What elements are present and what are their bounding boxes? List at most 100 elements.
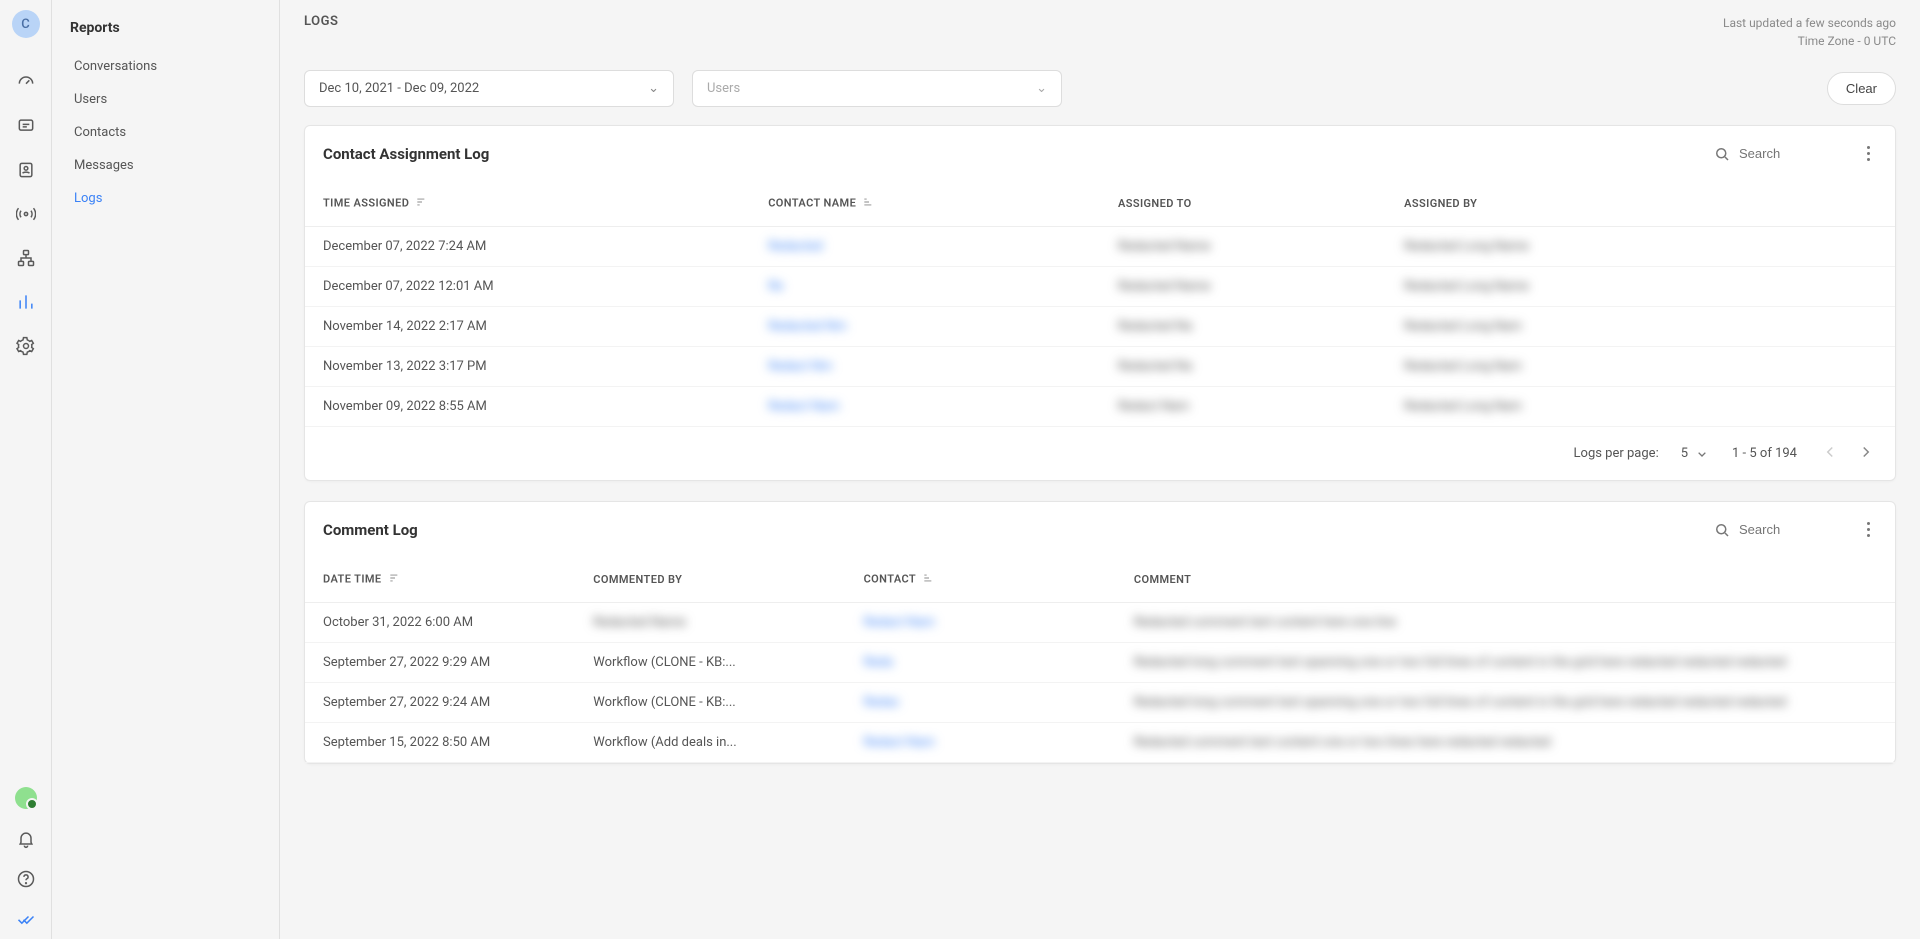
broadcast-icon[interactable]: [14, 202, 38, 226]
sort-icon: [388, 571, 402, 588]
search-icon: [1713, 521, 1731, 539]
cell-time: December 07, 2022 7:24 AM: [305, 227, 750, 267]
table-row: December 07, 2022 7:24 AMRedactedRedacte…: [305, 227, 1895, 267]
contact-icon[interactable]: [14, 158, 38, 182]
contact-log-footer: Logs per page: 5 1 - 5 of 194: [305, 427, 1895, 480]
nav-users[interactable]: Users: [52, 83, 279, 116]
users-filter-select[interactable]: Users ⌄: [692, 70, 1062, 107]
cell-commented-by: Workflow (CLONE - KB:...: [575, 683, 845, 723]
table-row: November 14, 2022 2:17 AMRedacted NmReda…: [305, 307, 1895, 347]
comment-log-search-input[interactable]: [1739, 522, 1849, 537]
table-row: September 27, 2022 9:29 AMWorkflow (CLON…: [305, 643, 1895, 683]
bell-icon[interactable]: [14, 827, 38, 851]
cell-contact[interactable]: Reda: [846, 643, 1116, 683]
header-meta: Last updated a few seconds ago Time Zone…: [1723, 14, 1896, 50]
cell-commented-by: Workflow (Add deals in...: [575, 723, 845, 763]
table-row: September 27, 2022 9:24 AMWorkflow (CLON…: [305, 683, 1895, 723]
cell-contact[interactable]: Redac: [846, 683, 1116, 723]
per-page-label: Logs per page:: [1574, 446, 1659, 461]
cell-time: November 14, 2022 2:17 AM: [305, 307, 750, 347]
table-row: September 15, 2022 8:50 AMWorkflow (Add …: [305, 723, 1895, 763]
workflow-icon[interactable]: [14, 246, 38, 270]
double-check-icon[interactable]: [14, 907, 38, 931]
cell-contact[interactable]: Redact Nam: [846, 603, 1116, 643]
cell-assigned-by: Redacted Long Nam: [1386, 387, 1895, 427]
contact-log-menu[interactable]: [1859, 142, 1877, 165]
table-row: November 09, 2022 8:55 AMRedact NamRedac…: [305, 387, 1895, 427]
comment-log-menu[interactable]: [1859, 518, 1877, 541]
per-page-select[interactable]: 5: [1681, 446, 1710, 462]
cell-contact[interactable]: Redact Nam: [846, 723, 1116, 763]
cell-contact-name[interactable]: Redacted Nm: [750, 307, 1100, 347]
table-row: November 13, 2022 3:17 PMRedact NmRedact…: [305, 347, 1895, 387]
table-row: December 07, 2022 12:01 AMReRedacted Nam…: [305, 267, 1895, 307]
cell-date: October 31, 2022 6:00 AM: [305, 603, 575, 643]
search-icon: [1713, 145, 1731, 163]
settings-icon[interactable]: [14, 334, 38, 358]
cell-assigned-to: Redacted Na: [1100, 307, 1386, 347]
col-comment[interactable]: COMMENT: [1116, 557, 1895, 603]
cell-contact-name[interactable]: Redact Nm: [750, 347, 1100, 387]
cell-contact-name[interactable]: Redacted: [750, 227, 1100, 267]
panel-title: Reports: [52, 14, 279, 50]
nav-conversations[interactable]: Conversations: [52, 50, 279, 83]
sort-icon: [862, 195, 876, 212]
col-commented-by[interactable]: COMMENTED BY: [575, 557, 845, 603]
cell-assigned-to: Redacted Name: [1100, 227, 1386, 267]
date-range-select[interactable]: Dec 10, 2021 - Dec 09, 2022 ⌄: [304, 70, 674, 107]
cell-comment: Redacted comment text content one or two…: [1116, 723, 1895, 763]
col-contact[interactable]: CONTACT: [846, 557, 1116, 603]
comment-log-title: Comment Log: [323, 521, 418, 539]
table-row: October 31, 2022 6:00 AMRedacted NameRed…: [305, 603, 1895, 643]
date-range-value: Dec 10, 2021 - Dec 09, 2022: [319, 81, 479, 96]
clear-button[interactable]: Clear: [1827, 72, 1896, 105]
cell-time: November 09, 2022 8:55 AM: [305, 387, 750, 427]
contact-log-search[interactable]: [1713, 145, 1849, 163]
cell-comment: Redacted comment text content here one l…: [1116, 603, 1895, 643]
presence-avatar[interactable]: [15, 787, 37, 809]
col-assigned-to[interactable]: ASSIGNED TO: [1100, 181, 1386, 227]
chat-icon[interactable]: [14, 114, 38, 138]
cell-contact-name[interactable]: Re: [750, 267, 1100, 307]
col-time-assigned[interactable]: TIME ASSIGNED: [305, 181, 750, 227]
cell-commented-by: Workflow (CLONE - KB:...: [575, 643, 845, 683]
contact-assignment-card: Contact Assignment Log TIME ASSIGNED CON…: [304, 125, 1896, 481]
col-contact-name[interactable]: CONTACT NAME: [750, 181, 1100, 227]
icon-rail: C: [0, 0, 52, 939]
page-range: 1 - 5 of 194: [1732, 446, 1797, 461]
next-page-button[interactable]: [1855, 441, 1877, 466]
cell-assigned-by: Redacted Long Name: [1386, 267, 1895, 307]
chevron-down-icon: ⌄: [648, 81, 659, 96]
sort-icon: [415, 195, 429, 212]
reports-icon[interactable]: [14, 290, 38, 314]
prev-page-button[interactable]: [1819, 441, 1841, 466]
users-filter-placeholder: Users: [707, 81, 740, 96]
main-header: LOGS Last updated a few seconds ago Time…: [280, 0, 1920, 60]
dashboard-icon[interactable]: [14, 70, 38, 94]
contact-log-search-input[interactable]: [1739, 146, 1849, 161]
cell-assigned-to: Redact Nam: [1100, 387, 1386, 427]
workspace-avatar[interactable]: C: [12, 10, 40, 38]
col-date-time[interactable]: DATE TIME: [305, 557, 575, 603]
sort-icon: [922, 571, 936, 588]
filters-bar: Dec 10, 2021 - Dec 09, 2022 ⌄ Users ⌄ Cl…: [280, 60, 1920, 125]
col-assigned-by[interactable]: ASSIGNED BY: [1386, 181, 1895, 227]
chevron-down-icon: [1694, 446, 1710, 462]
cell-comment: Redacted long comment text spanning one …: [1116, 643, 1895, 683]
nav-messages[interactable]: Messages: [52, 149, 279, 182]
nav-contacts[interactable]: Contacts: [52, 116, 279, 149]
last-updated: Last updated a few seconds ago: [1723, 14, 1896, 32]
cell-assigned-to: Redacted Na: [1100, 347, 1386, 387]
contact-log-table: TIME ASSIGNED CONTACT NAME ASSIGNED TO A…: [305, 181, 1895, 427]
comment-log-search[interactable]: [1713, 521, 1849, 539]
nav-logs[interactable]: Logs: [52, 182, 279, 215]
cell-assigned-by: Redacted Long Nam: [1386, 307, 1895, 347]
cell-contact-name[interactable]: Redact Nam: [750, 387, 1100, 427]
main: LOGS Last updated a few seconds ago Time…: [280, 0, 1920, 939]
cell-comment: Redacted long comment text spanning one …: [1116, 683, 1895, 723]
timezone: Time Zone - 0 UTC: [1723, 32, 1896, 50]
cell-time: December 07, 2022 12:01 AM: [305, 267, 750, 307]
help-icon[interactable]: [14, 867, 38, 891]
cell-assigned-to: Redacted Name: [1100, 267, 1386, 307]
cell-date: September 15, 2022 8:50 AM: [305, 723, 575, 763]
